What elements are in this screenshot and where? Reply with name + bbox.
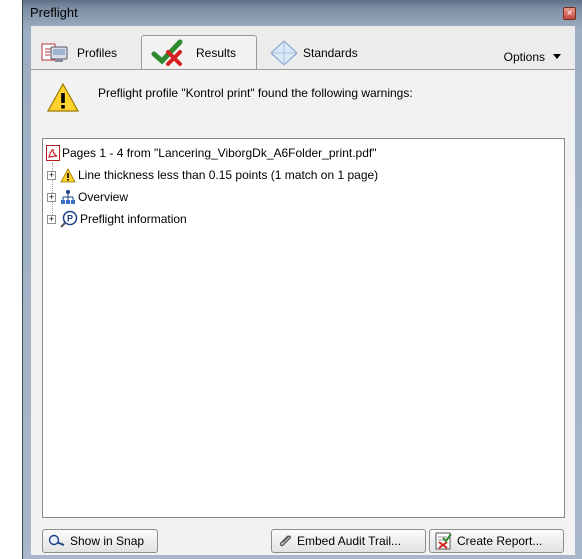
embed-audit-trail-button[interactable]: Embed Audit Trail... (271, 529, 426, 553)
overview-hierarchy-icon (60, 189, 76, 205)
warning-message: Preflight profile "Kontrol print" found … (98, 86, 413, 100)
expand-toggle[interactable]: + (47, 170, 56, 180)
tree-item-label: Overview (78, 190, 129, 204)
tree-root-label: Pages 1 - 4 from "Lancering_ViborgDk_A6F… (62, 146, 377, 160)
preflight-window: Preflight × Profiles Results Standards O… (22, 0, 582, 559)
tree-item-preflight-info[interactable]: + P Preflight information (47, 209, 187, 229)
results-check-icon (150, 39, 192, 67)
tab-results[interactable]: Results (141, 35, 257, 69)
embed-audit-trail-label: Embed Audit Trail... (297, 534, 402, 548)
snap-magnifier-icon (48, 534, 66, 548)
tree-item-line-thickness[interactable]: + Line thickness less than 0.15 points (… (47, 165, 378, 185)
tab-profiles[interactable]: Profiles (31, 36, 137, 70)
tab-results-label: Results (196, 45, 237, 60)
results-content: Preflight profile "Kontrol print" found … (31, 69, 575, 555)
title-bar[interactable]: Preflight × (23, 0, 582, 26)
window-title: Preflight (30, 5, 78, 20)
tab-profiles-label: Profiles (77, 46, 118, 60)
profiles-icon (39, 41, 73, 65)
preflight-info-icon: P (60, 210, 78, 228)
results-tree[interactable]: Pages 1 - 4 from "Lancering_ViborgDk_A6F… (42, 138, 565, 518)
create-report-label: Create Report... (457, 534, 543, 548)
tree-item-label: Line thickness less than 0.15 points (1 … (78, 168, 379, 182)
warning-icon (46, 82, 80, 114)
show-in-snap-label: Show in Snap (70, 534, 145, 548)
pdf-icon (46, 145, 60, 161)
close-button[interactable]: × (563, 7, 576, 20)
expand-toggle[interactable]: + (47, 192, 56, 202)
expand-toggle[interactable]: + (47, 214, 56, 224)
tree-item-label: Preflight information (80, 212, 187, 226)
report-icon (435, 532, 453, 550)
tree-root-row[interactable]: Pages 1 - 4 from "Lancering_ViborgDk_A6F… (46, 143, 376, 163)
tab-standards[interactable]: Standards (261, 36, 381, 70)
warning-icon (60, 167, 76, 183)
tree-item-overview[interactable]: + Overview (47, 187, 128, 207)
preflight-panel: Profiles Results Standards Options Prefl… (31, 26, 575, 555)
dropdown-arrow-icon (553, 54, 561, 60)
tab-strip: Profiles Results Standards Options (31, 26, 575, 70)
tab-standards-label: Standards (303, 46, 358, 60)
paperclip-icon (277, 533, 293, 549)
warning-banner: Preflight profile "Kontrol print" found … (46, 80, 566, 120)
svg-text:P: P (67, 214, 73, 224)
options-label: Options (503, 50, 545, 64)
create-report-button[interactable]: Create Report... (429, 529, 564, 553)
options-menu[interactable]: Options (504, 50, 561, 64)
show-in-snap-button[interactable]: Show in Snap (42, 529, 158, 553)
standards-diamond-icon (269, 39, 299, 67)
